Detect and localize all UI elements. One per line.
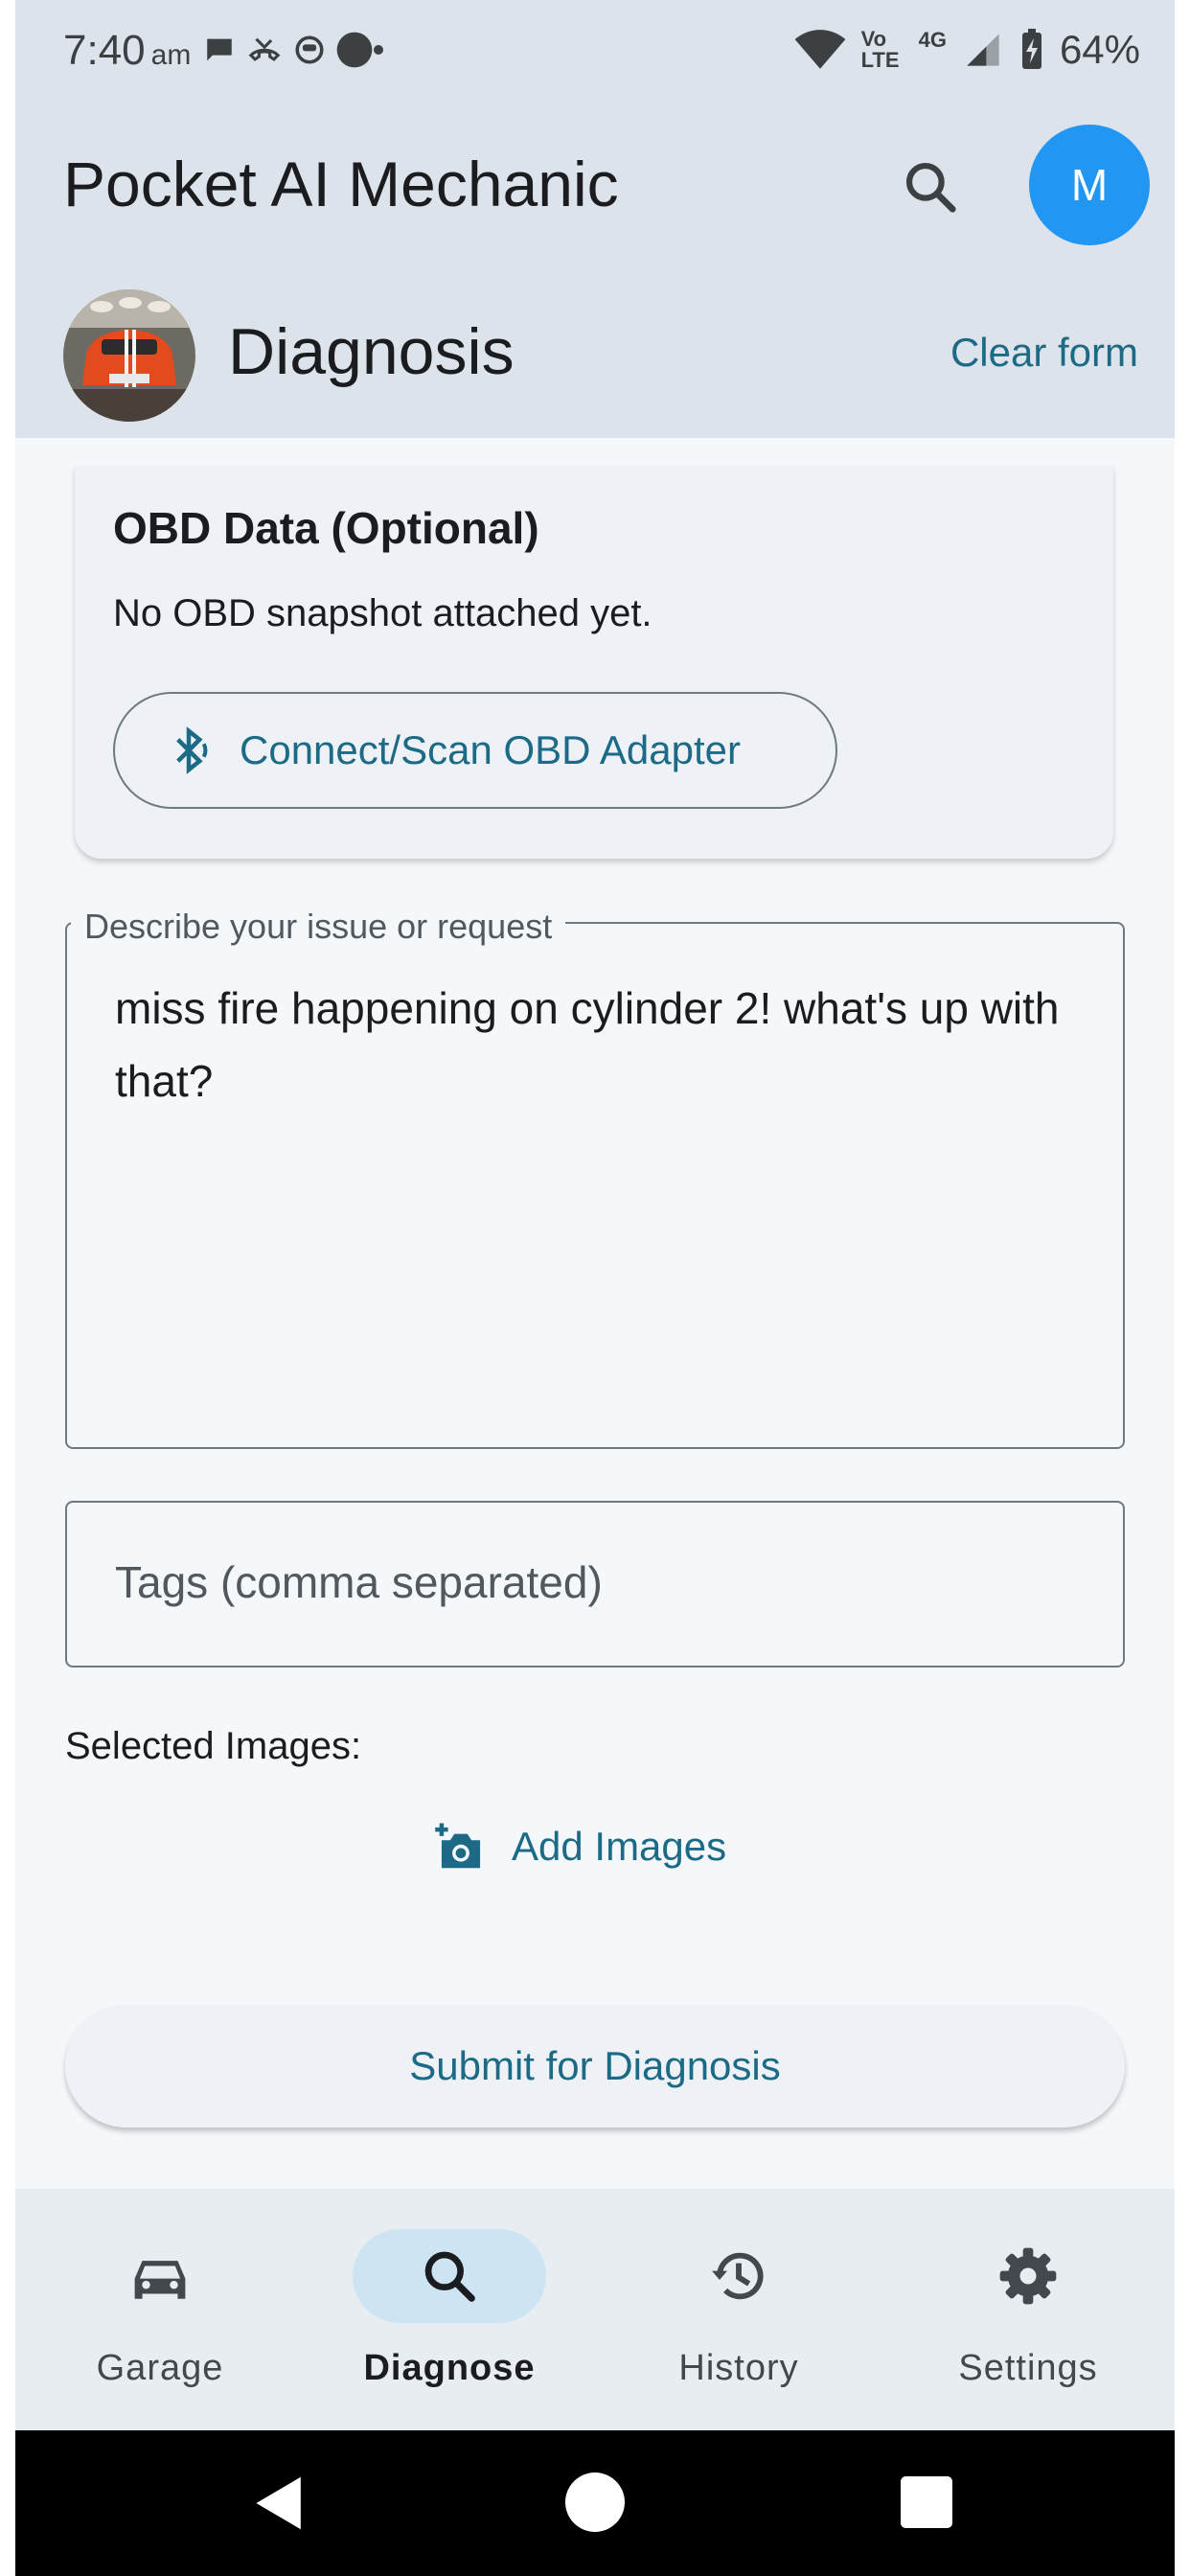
- add-photo-icon: [435, 1823, 481, 1869]
- connect-obd-button[interactable]: Connect/Scan OBD Adapter: [113, 692, 837, 809]
- status-ampm: am: [150, 39, 192, 71]
- avatar[interactable]: M: [1029, 125, 1150, 245]
- add-images-button[interactable]: Add Images: [433, 1821, 726, 1873]
- obd-card: OBD Data (Optional) No OBD snapshot atta…: [75, 466, 1113, 859]
- nav-label-garage: Garage: [96, 2348, 224, 2388]
- volte-indicator: Vo LTE: [860, 27, 900, 72]
- app-title: Pocket AI Mechanic: [63, 149, 619, 219]
- connect-obd-label: Connect/Scan OBD Adapter: [240, 727, 741, 772]
- nav-pill-settings: [931, 2229, 1125, 2323]
- recents-icon[interactable]: [901, 2476, 952, 2528]
- back-icon[interactable]: [253, 2474, 307, 2532]
- nav-item-diagnose[interactable]: Diagnose: [305, 2229, 594, 2402]
- battery-icon: [1021, 29, 1041, 69]
- submit-diagnosis-button[interactable]: Submit for Diagnosis: [65, 2005, 1125, 2128]
- clear-form-button[interactable]: Clear form: [950, 330, 1138, 376]
- car-icon: [134, 2261, 186, 2299]
- status-bar: 7:40 am Vo LTE 4G 64%: [15, 0, 1175, 105]
- system-navigation-bar: [15, 2430, 1175, 2576]
- add-images-label: Add Images: [512, 1824, 727, 1869]
- notification-icons: [203, 31, 383, 69]
- status-time-value: 7:40: [63, 27, 146, 74]
- home-icon[interactable]: [565, 2472, 625, 2532]
- history-icon: [712, 2252, 764, 2300]
- nav-pill-history: [642, 2229, 835, 2323]
- nav-label-diagnose: Diagnose: [363, 2348, 536, 2388]
- app-screen: 7:40am Vo LTE 4G 64% Pocket AI Mechanic: [15, 0, 1175, 2576]
- nav-label-settings: Settings: [958, 2348, 1098, 2388]
- submit-label: Submit for Diagnosis: [409, 2043, 781, 2088]
- nav-label-history: History: [678, 2348, 799, 2388]
- issue-text-value: miss fire happening on cylinder 2! what'…: [115, 983, 1060, 1106]
- app-notification-icon: [295, 35, 324, 64]
- issue-textarea[interactable]: miss fire happening on cylinder 2! what'…: [65, 922, 1125, 1449]
- status-right: Vo LTE 4G 64%: [794, 27, 1140, 73]
- issue-field-label: Describe your issue or request: [71, 907, 566, 947]
- search-icon: [905, 162, 956, 213]
- missed-call-icon: [248, 37, 281, 61]
- status-time: 7:40 am: [63, 27, 191, 75]
- search-icon: [424, 2251, 475, 2302]
- obd-status-text: No OBD snapshot attached yet.: [113, 592, 652, 634]
- nav-item-settings[interactable]: Settings: [883, 2229, 1173, 2402]
- bluetooth-searching-icon: [176, 726, 208, 774]
- app-bar: Pocket AI Mechanic M: [15, 105, 1175, 268]
- search-button[interactable]: [887, 144, 973, 230]
- nav-item-history[interactable]: History: [594, 2229, 883, 2402]
- car-photo-icon: [63, 289, 195, 422]
- top-header: 7:40am Vo LTE 4G 64% Pocket AI Mechanic: [15, 0, 1175, 438]
- tags-placeholder: Tags (comma separated): [115, 1557, 603, 1607]
- battery-level: 64%: [1059, 27, 1140, 72]
- bottom-navigation: Garage Diagnose History Settings: [15, 2189, 1175, 2430]
- chat-icon: [207, 38, 232, 61]
- signal-icon: [967, 34, 999, 66]
- dot-icon: [336, 32, 383, 68]
- selected-images-label: Selected Images:: [65, 1725, 362, 1767]
- obd-card-title: OBD Data (Optional): [113, 503, 539, 553]
- wifi-icon: [794, 30, 845, 69]
- nav-pill-garage: [63, 2229, 257, 2323]
- gear-icon: [999, 2247, 1057, 2305]
- tags-input[interactable]: Tags (comma separated): [65, 1501, 1125, 1668]
- nav-pill-diagnose: [353, 2229, 546, 2323]
- nav-item-garage[interactable]: Garage: [15, 2229, 305, 2402]
- vehicle-thumbnail[interactable]: [63, 289, 195, 422]
- vehicle-header: Diagnosis Clear form: [15, 284, 1175, 427]
- network-type: 4G: [918, 28, 947, 52]
- page-title: Diagnosis: [228, 315, 515, 388]
